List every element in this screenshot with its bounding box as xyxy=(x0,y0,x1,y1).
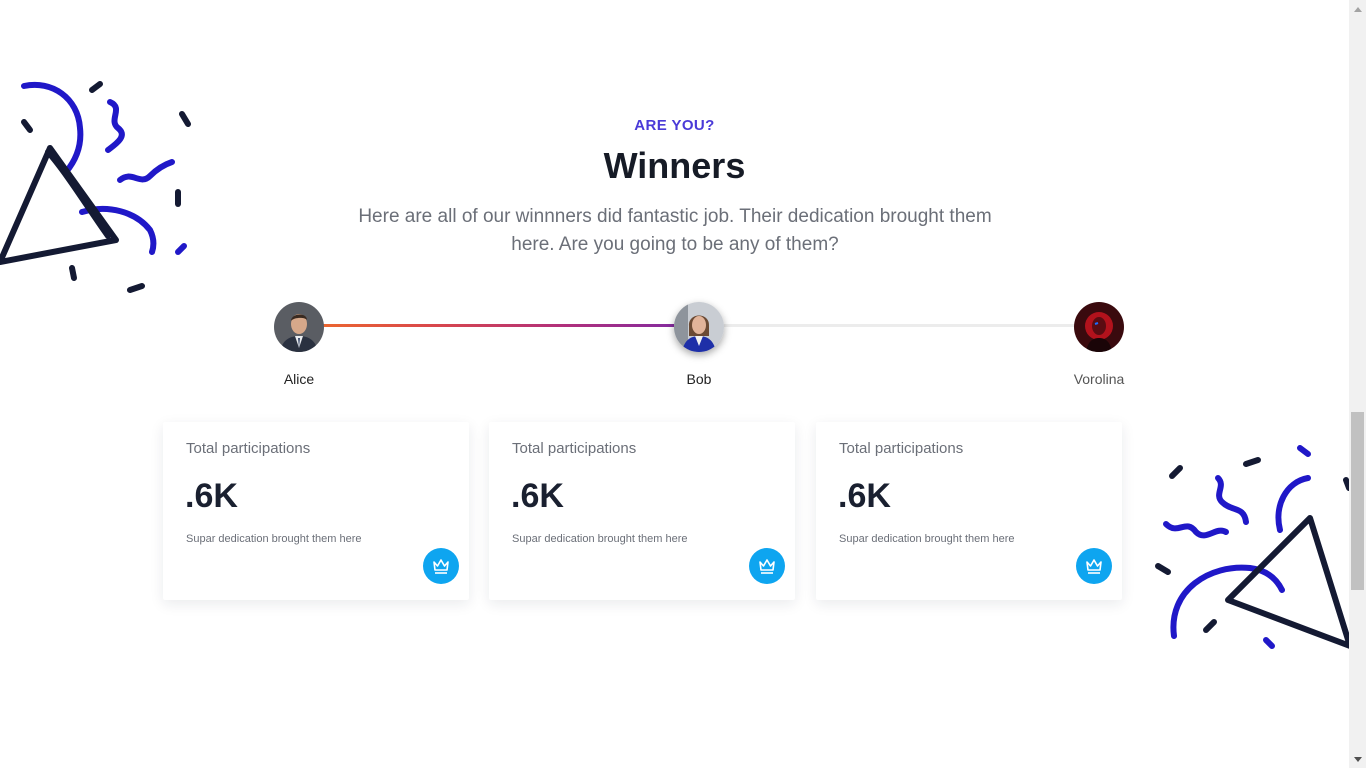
card-label: Total participations xyxy=(186,440,311,457)
party-popper-left-icon xyxy=(0,81,191,293)
crown-badge xyxy=(423,548,459,584)
avatar xyxy=(1074,302,1124,352)
winners-section: ARE YOU? Winners Here are all of our win… xyxy=(0,0,1349,768)
avatar xyxy=(274,302,324,352)
stat-card: Total participations .6K Supar dedicatio… xyxy=(163,422,469,600)
card-description: Supar dedication brought them here xyxy=(512,533,688,545)
scroll-down-button[interactable] xyxy=(1349,751,1366,768)
triangle-down-icon xyxy=(1353,756,1362,762)
scroll-up-button[interactable] xyxy=(1349,0,1366,17)
card-value: .6K xyxy=(511,477,564,515)
winner-alice[interactable]: Alice xyxy=(249,302,349,387)
section-title: Winners xyxy=(603,145,746,186)
crown-badge xyxy=(749,548,785,584)
stat-card: Total participations .6K Supar dedicatio… xyxy=(816,422,1122,600)
avatar xyxy=(674,302,724,352)
card-label: Total participations xyxy=(839,440,964,457)
scrollbar-thumb[interactable] xyxy=(1351,412,1364,590)
card-description: Supar dedication brought them here xyxy=(186,533,362,545)
stat-card: Total participations .6K Supar dedicatio… xyxy=(489,422,795,600)
winner-vorolina[interactable]: Vorolina xyxy=(1049,302,1149,387)
card-label: Total participations xyxy=(512,440,637,457)
crown-icon xyxy=(433,559,449,574)
card-value: .6K xyxy=(838,477,891,515)
party-popper-right-icon xyxy=(1155,445,1349,649)
winners-progress-fill xyxy=(299,324,699,327)
winner-name: Alice xyxy=(283,371,315,387)
crown-badge xyxy=(1076,548,1112,584)
triangle-up-icon xyxy=(1353,6,1362,12)
card-description: Supar dedication brought them here xyxy=(839,533,1015,545)
winner-name: Bob xyxy=(686,371,712,387)
crown-icon xyxy=(1086,559,1102,574)
winner-bob[interactable]: Bob xyxy=(649,302,749,387)
section-eyebrow: ARE YOU? xyxy=(634,117,715,134)
card-value: .6K xyxy=(185,477,238,515)
winner-name: Vorolina xyxy=(1073,371,1125,387)
crown-icon xyxy=(759,559,775,574)
section-subtitle: Here are all of our winnners did fantast… xyxy=(358,206,992,255)
page-scrollbar[interactable] xyxy=(1349,0,1366,768)
